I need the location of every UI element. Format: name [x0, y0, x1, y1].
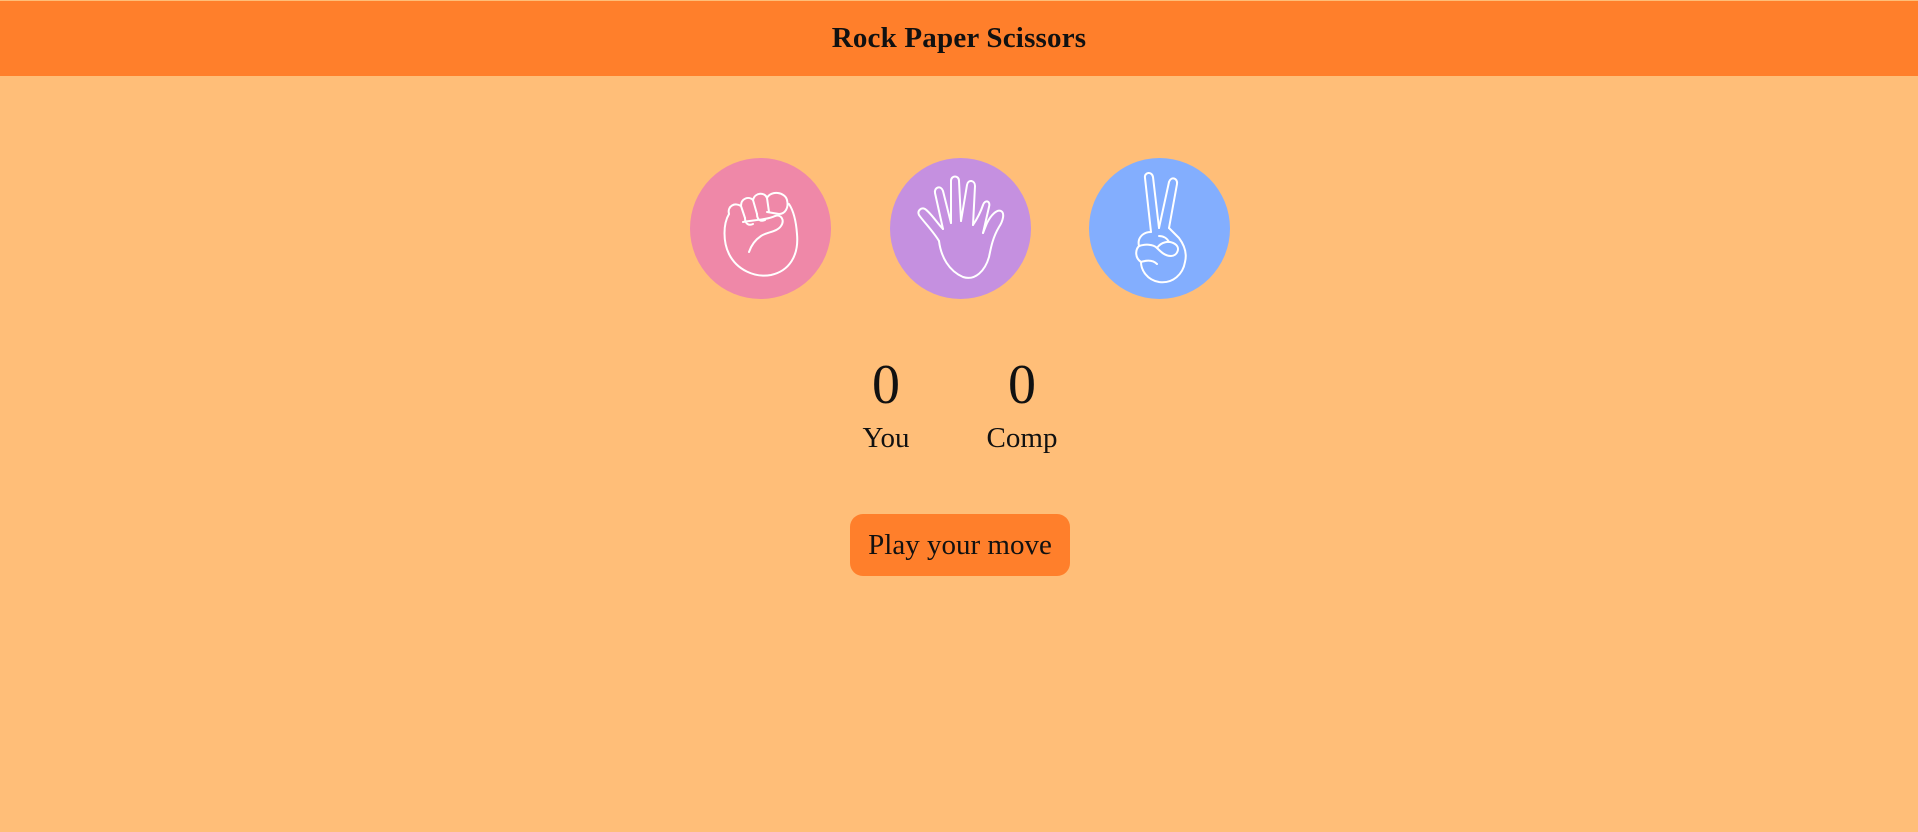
computer-score-block: 0 Comp	[967, 350, 1077, 456]
user-score-label: You	[862, 422, 910, 454]
peace-hand-icon	[1115, 170, 1205, 288]
computer-score: 0	[1008, 354, 1036, 416]
fist-icon	[715, 174, 807, 284]
page-title: Rock Paper Scissors	[831, 22, 1087, 54]
open-hand-icon	[911, 171, 1011, 286]
choice-scissors-button[interactable]	[1089, 158, 1230, 299]
choice-rock-button[interactable]	[690, 158, 831, 299]
computer-score-label: Comp	[986, 422, 1058, 454]
header-bar: Rock Paper Scissors	[0, 1, 1918, 76]
status-message: Play your move	[850, 514, 1070, 576]
choice-paper-button[interactable]	[890, 158, 1031, 299]
user-score-block: 0 You	[831, 350, 941, 456]
user-score: 0	[872, 354, 900, 416]
